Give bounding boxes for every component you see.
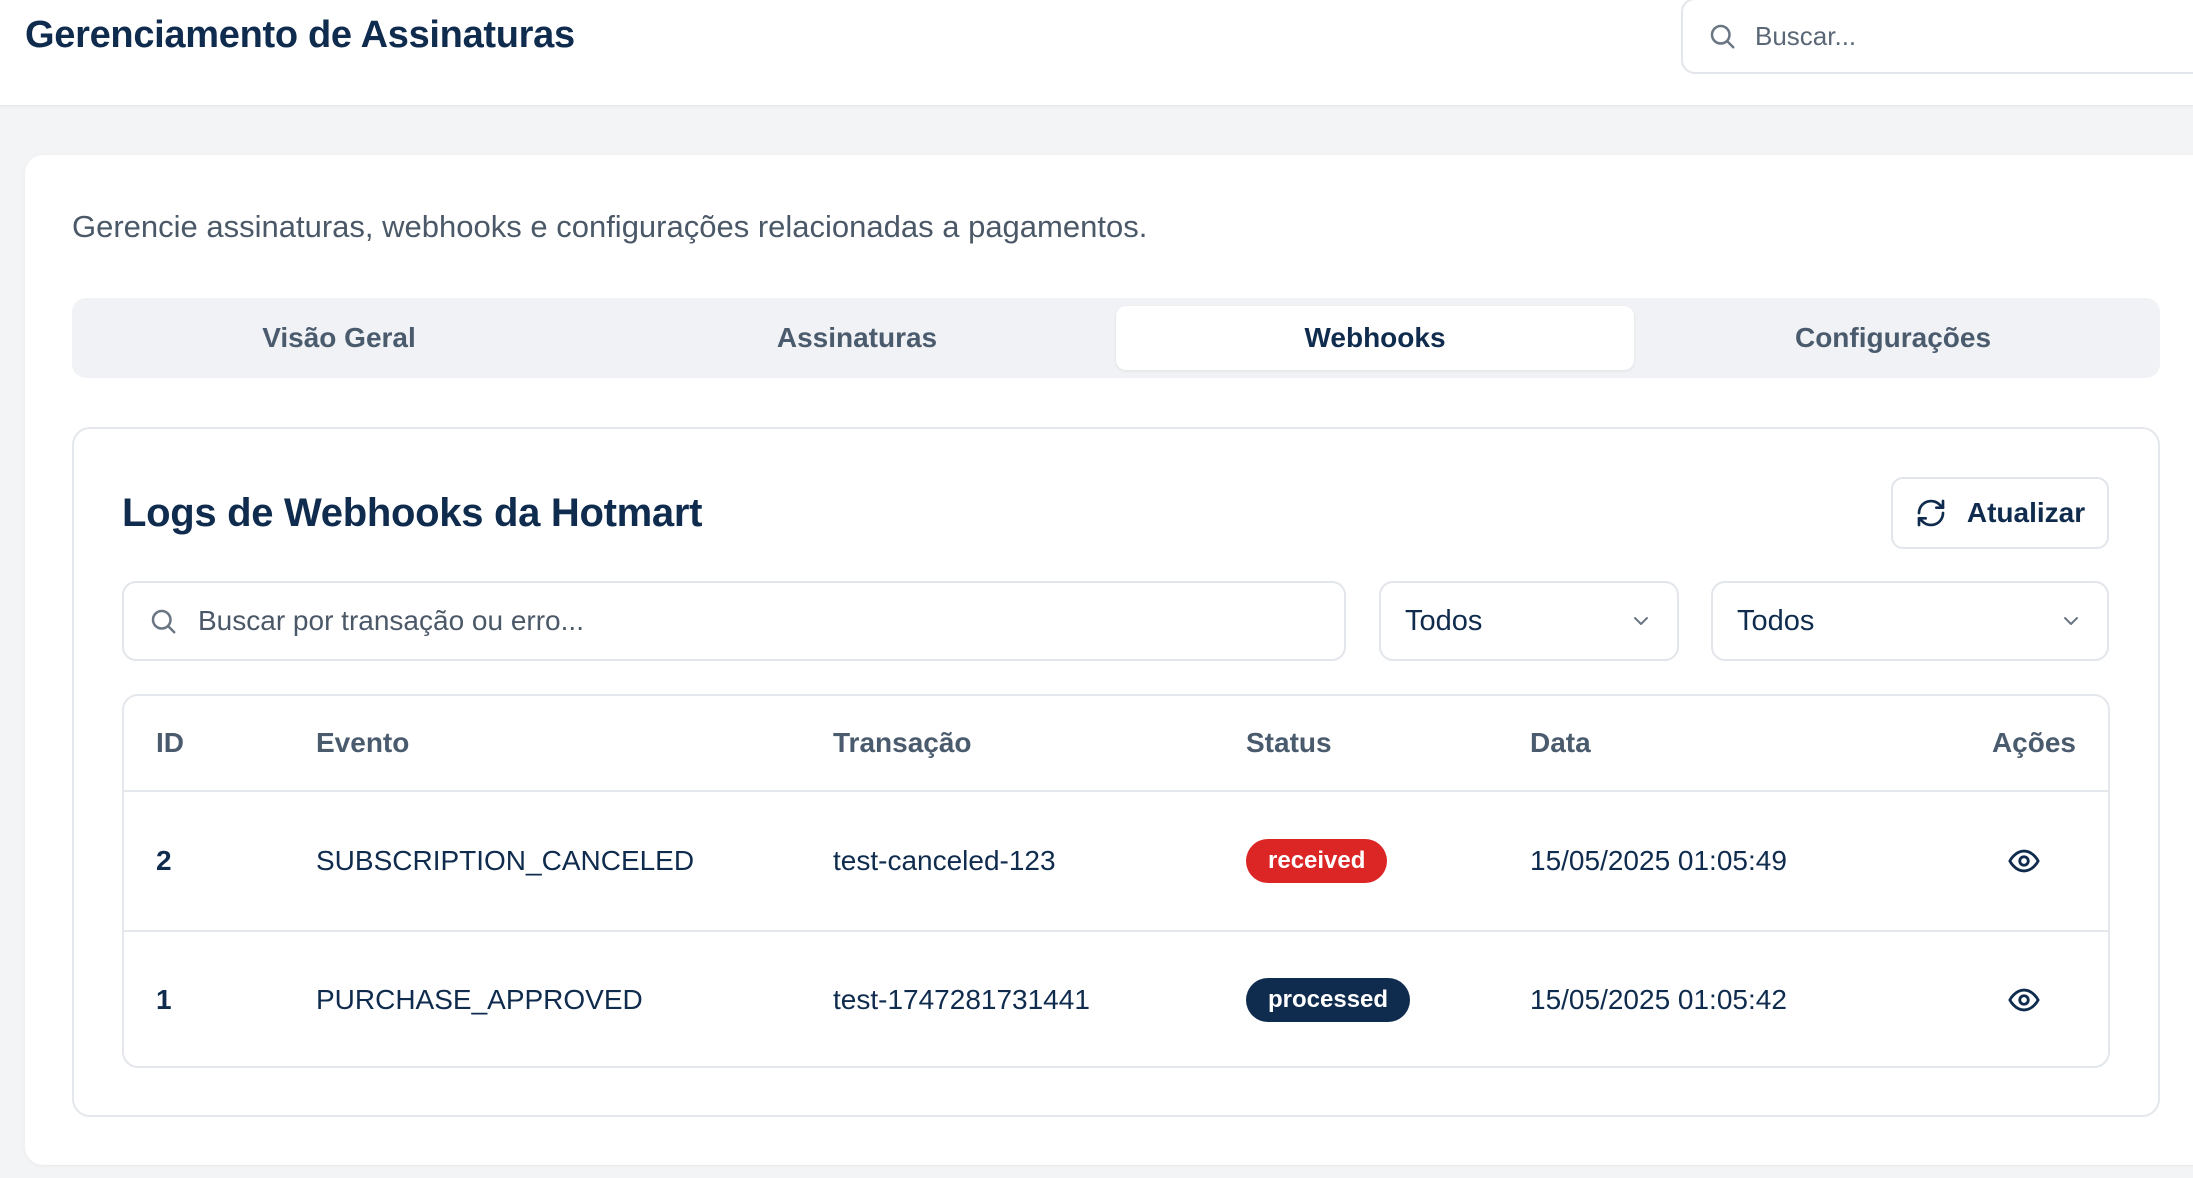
header-date: Data: [1530, 727, 1591, 758]
app-title: Gerenciamento de Assinaturas: [25, 14, 575, 56]
event-filter-value: Todos: [1405, 604, 1483, 637]
table-header-row: ID Evento Transação Status Data Ações: [124, 696, 2108, 792]
header-event: Evento: [316, 727, 410, 758]
status-badge-processed: processed: [1246, 978, 1411, 1022]
view-details-button[interactable]: [2004, 792, 2044, 930]
search-icon: [1707, 19, 1741, 53]
row-event: SUBSCRIPTION_CANCELED: [316, 845, 695, 876]
header-actions: Ações: [1991, 727, 2076, 758]
search-icon: [148, 604, 182, 638]
log-search-box[interactable]: [122, 581, 1346, 661]
tab-assinaturas[interactable]: Assinaturas: [598, 306, 1116, 370]
eye-icon: [2007, 844, 2041, 878]
chevron-down-icon: [1629, 609, 1653, 633]
global-search-input[interactable]: [1755, 20, 2155, 52]
main-content-card: Gerencie assinaturas, webhooks e configu…: [25, 155, 2193, 1165]
tab-configuracoes[interactable]: Configurações: [1634, 306, 2152, 370]
row-transaction: test-1747281731441: [833, 984, 1090, 1015]
webhook-logs-table: ID Evento Transação Status Data Ações 2 …: [122, 694, 2110, 1068]
row-id: 1: [156, 984, 172, 1015]
refresh-label: Atualizar: [1966, 497, 2086, 528]
header-id: ID: [156, 727, 184, 758]
status-filter-value: Todos: [1737, 604, 1815, 637]
event-filter-select[interactable]: Todos: [1379, 581, 1679, 661]
top-header: Gerenciamento de Assinaturas: [0, 0, 2193, 106]
logs-title: Logs de Webhooks da Hotmart: [122, 491, 703, 535]
row-status: received: [1246, 792, 1388, 930]
webhook-logs-card: Logs de Webhooks da Hotmart Atualizar To…: [72, 427, 2160, 1117]
tabs-bar: Visão Geral Assinaturas Webhooks Configu…: [72, 298, 2160, 378]
eye-icon: [2007, 983, 2041, 1017]
row-status: processed: [1246, 932, 1411, 1066]
status-badge-received: received: [1246, 839, 1388, 883]
chevron-down-icon: [2059, 609, 2083, 633]
row-date: 15/05/2025 01:05:42: [1530, 984, 1787, 1015]
header-transaction: Transação: [833, 727, 972, 758]
refresh-button[interactable]: Atualizar: [1891, 477, 2109, 549]
view-details-button[interactable]: [2004, 932, 2044, 1066]
table-row: 1 PURCHASE_APPROVED test-1747281731441 p…: [124, 930, 2108, 1066]
row-date: 15/05/2025 01:05:49: [1530, 845, 1787, 876]
row-transaction: test-canceled-123: [833, 845, 1056, 876]
refresh-icon: [1915, 497, 1947, 529]
tab-visao-geral[interactable]: Visão Geral: [80, 306, 598, 370]
page-subtitle: Gerencie assinaturas, webhooks e configu…: [72, 209, 1148, 244]
row-id: 2: [156, 845, 172, 876]
header-status: Status: [1246, 727, 1332, 758]
tab-webhooks[interactable]: Webhooks: [1116, 306, 1634, 370]
row-event: PURCHASE_APPROVED: [316, 984, 643, 1015]
status-filter-select[interactable]: Todos: [1711, 581, 2109, 661]
global-search-box[interactable]: [1681, 0, 2193, 74]
table-row: 2 SUBSCRIPTION_CANCELED test-canceled-12…: [124, 792, 2108, 930]
log-search-input[interactable]: [198, 605, 1298, 637]
